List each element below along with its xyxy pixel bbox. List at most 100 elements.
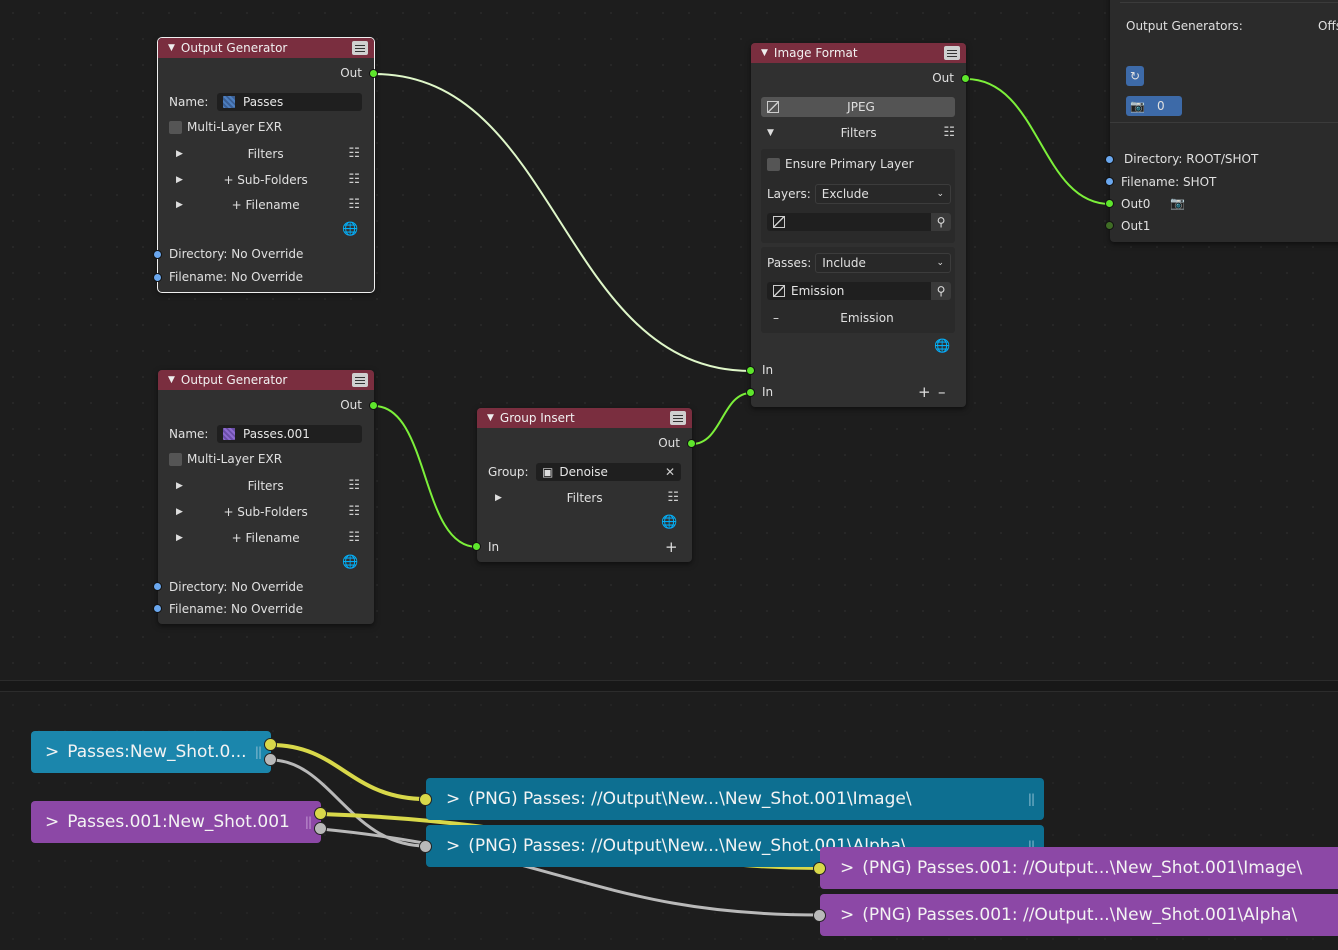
globe-icon[interactable]: 🌐 bbox=[342, 222, 358, 237]
ensure-primary-checkbox[interactable]: Ensure Primary Layer bbox=[767, 157, 914, 171]
sliders-icon[interactable]: ☷ bbox=[348, 172, 360, 187]
chevron-right-icon[interactable]: > bbox=[446, 789, 460, 809]
sliders-icon[interactable]: ☷ bbox=[348, 530, 360, 545]
filters-row[interactable]: ▶ Filters ☷ bbox=[495, 490, 679, 505]
expand-triangle-icon[interactable]: ▶ bbox=[176, 200, 183, 210]
globe-icon[interactable]: 🌐 bbox=[661, 515, 677, 530]
grip-handle-icon[interactable]: || bbox=[255, 745, 262, 759]
out1-socket[interactable] bbox=[1105, 221, 1114, 230]
output-pill-passes-001-alpha[interactable]: > (PNG) Passes.001: //Output...\New_Shot… bbox=[820, 894, 1338, 936]
grip-handle-icon[interactable]: || bbox=[1028, 792, 1035, 806]
sliders-icon[interactable]: ☷ bbox=[667, 490, 679, 505]
chevron-right-icon[interactable]: > bbox=[446, 836, 460, 856]
node-menu-icon[interactable] bbox=[352, 41, 368, 55]
out0-socket[interactable] bbox=[1105, 199, 1114, 208]
passes-list-item[interactable]: – Emission bbox=[773, 311, 949, 325]
node-menu-icon[interactable] bbox=[352, 373, 368, 387]
clear-icon[interactable]: ✕ bbox=[665, 465, 675, 479]
filename-socket[interactable] bbox=[153, 273, 162, 282]
filters-row[interactable]: ▼ Filters ☷ bbox=[767, 125, 955, 140]
output-pill-passes-001-image[interactable]: > (PNG) Passes.001: //Output...\New_Shot… bbox=[820, 847, 1338, 889]
passes-select[interactable]: Include ⌄ bbox=[815, 253, 951, 273]
image-format-node[interactable]: ▼ Image Format Out JPEG ▼ Filters ☷ Ensu… bbox=[751, 43, 966, 407]
area-divider[interactable] bbox=[0, 680, 1338, 692]
checkbox-icon[interactable] bbox=[169, 452, 182, 466]
subfolders-row[interactable]: ▶ + Sub-Folders ☷ bbox=[176, 172, 360, 187]
chevron-right-icon[interactable]: > bbox=[45, 742, 59, 762]
node-header[interactable]: ▼ Output Generator bbox=[158, 38, 374, 58]
checkbox-icon[interactable] bbox=[169, 120, 182, 134]
sliders-icon[interactable]: ☷ bbox=[348, 146, 360, 161]
name-field[interactable]: Passes bbox=[217, 93, 362, 111]
node-header[interactable]: ▼ Output Generator bbox=[158, 370, 374, 390]
in-socket[interactable] bbox=[472, 542, 481, 551]
node-menu-icon[interactable] bbox=[944, 46, 960, 60]
group-insert-node[interactable]: ▼ Group Insert Out Group: ▣ Denoise ✕ ▶ … bbox=[477, 408, 692, 562]
output-generator-node-1[interactable]: ▼ Output Generator Out Name: Passes Mult… bbox=[157, 37, 375, 293]
expand-triangle-icon[interactable]: ▶ bbox=[495, 493, 502, 503]
filename-row[interactable]: ▶ + Filename ☷ bbox=[176, 197, 360, 212]
chevron-right-icon[interactable]: > bbox=[840, 905, 854, 925]
source-pill-passes[interactable]: > Passes:New_Shot.0... || bbox=[31, 731, 271, 773]
node-header[interactable]: ▼ Group Insert bbox=[477, 408, 692, 428]
globe-icon[interactable]: 🌐 bbox=[342, 555, 358, 570]
node-header[interactable]: ▼ Image Format bbox=[751, 43, 966, 63]
out-socket[interactable] bbox=[369, 401, 378, 410]
output-pill-passes-image[interactable]: > (PNG) Passes: //Output\New...\New_Shot… bbox=[426, 778, 1044, 820]
collapse-triangle-icon[interactable]: ▼ bbox=[767, 128, 774, 138]
in-socket-2[interactable] bbox=[746, 388, 755, 397]
passes-search-input[interactable]: Emission bbox=[767, 282, 931, 300]
sliders-icon[interactable]: ☷ bbox=[348, 197, 360, 212]
node-editor-canvas[interactable]: ▼ Output Generator Out Name: Passes Mult… bbox=[0, 0, 1338, 680]
output-node[interactable]: Output Generators: Offs ↻ 📷 0 Directory:… bbox=[1110, 0, 1338, 242]
collapse-icon[interactable]: ▼ bbox=[168, 43, 175, 53]
format-button[interactable]: JPEG bbox=[761, 97, 955, 117]
multilayer-checkbox[interactable]: Multi-Layer EXR bbox=[169, 120, 282, 134]
add-input-icon[interactable]: + bbox=[918, 383, 931, 401]
layers-select[interactable]: Exclude ⌄ bbox=[814, 184, 951, 204]
input-socket[interactable] bbox=[419, 793, 432, 806]
chevron-right-icon[interactable]: > bbox=[840, 858, 854, 878]
multilayer-checkbox[interactable]: Multi-Layer EXR bbox=[169, 452, 282, 466]
collapse-icon[interactable]: ▼ bbox=[761, 48, 768, 58]
expand-triangle-icon[interactable]: ▶ bbox=[176, 507, 183, 517]
collapse-icon[interactable]: ▼ bbox=[487, 413, 494, 423]
expand-triangle-icon[interactable]: ▶ bbox=[176, 533, 183, 543]
directory-socket[interactable] bbox=[153, 582, 162, 591]
grip-handle-icon[interactable]: || bbox=[305, 815, 312, 829]
globe-icon[interactable]: 🌐 bbox=[934, 339, 950, 354]
out-socket[interactable] bbox=[369, 69, 378, 78]
alpha-socket[interactable] bbox=[314, 822, 327, 835]
in-socket-1[interactable] bbox=[746, 366, 755, 375]
name-field[interactable]: Passes.001 bbox=[217, 425, 362, 443]
image-socket[interactable] bbox=[264, 738, 277, 751]
out-socket[interactable] bbox=[687, 439, 696, 448]
filters-row[interactable]: ▶ Filters ☷ bbox=[176, 146, 360, 161]
sliders-icon[interactable]: ☷ bbox=[348, 504, 360, 519]
sliders-icon[interactable]: ☷ bbox=[943, 125, 955, 140]
expand-triangle-icon[interactable]: ▶ bbox=[176, 149, 183, 159]
collapse-icon[interactable]: ▼ bbox=[168, 375, 175, 385]
directory-socket[interactable] bbox=[1105, 155, 1114, 164]
sliders-icon[interactable]: ☷ bbox=[348, 478, 360, 493]
checkbox-icon[interactable] bbox=[767, 157, 780, 171]
add-input-icon[interactable]: + bbox=[665, 538, 678, 556]
layers-search-input[interactable] bbox=[767, 213, 931, 231]
image-socket[interactable] bbox=[314, 807, 327, 820]
refresh-button[interactable]: ↻ bbox=[1126, 66, 1144, 86]
node-menu-icon[interactable] bbox=[670, 411, 686, 425]
group-field[interactable]: ▣ Denoise ✕ bbox=[536, 463, 681, 481]
filters-row[interactable]: ▶ Filters ☷ bbox=[176, 478, 360, 493]
search-icon[interactable]: ⚲ bbox=[931, 213, 951, 231]
count-field[interactable]: 📷 0 bbox=[1126, 96, 1182, 116]
filename-row[interactable]: ▶ + Filename ☷ bbox=[176, 530, 360, 545]
alpha-socket[interactable] bbox=[264, 753, 277, 766]
output-generator-node-2[interactable]: ▼ Output Generator Out Name: Passes.001 … bbox=[158, 370, 374, 624]
filename-socket[interactable] bbox=[1105, 177, 1114, 186]
source-pill-passes-001[interactable]: > Passes.001:New_Shot.001 || bbox=[31, 801, 321, 843]
remove-icon[interactable]: – bbox=[773, 311, 779, 325]
input-socket[interactable] bbox=[419, 840, 432, 853]
input-socket[interactable] bbox=[813, 909, 826, 922]
input-socket[interactable] bbox=[813, 862, 826, 875]
search-icon[interactable]: ⚲ bbox=[931, 282, 951, 300]
